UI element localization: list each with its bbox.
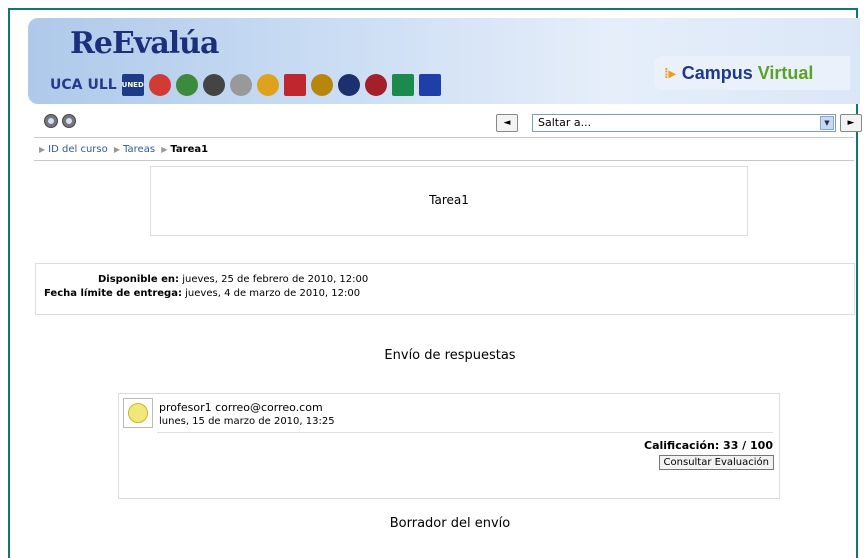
grade-text: Calificación: 33 / 100 xyxy=(644,439,773,452)
submissions-heading: Envío de respuestas xyxy=(384,348,516,363)
campus-word: Campus xyxy=(681,62,753,83)
institution-uca[interactable]: UCA xyxy=(50,77,82,93)
breadcrumb: ▶ ID del curso ▶ Tareas ▶ Tarea1 xyxy=(36,144,208,155)
institution-logos: UCA ULL UNED xyxy=(50,74,441,96)
view-icon[interactable] xyxy=(62,114,76,128)
jump-to-select[interactable]: Saltar a... ▼ xyxy=(532,114,836,132)
task-title: Tarea1 xyxy=(429,193,469,207)
divider xyxy=(157,432,773,433)
previous-button[interactable]: ◄ xyxy=(496,114,518,132)
breadcrumb-current: Tarea1 xyxy=(170,144,209,155)
site-banner: ReEvalúa UCA ULL UNED ⁞▸ Campus Virtual xyxy=(28,18,860,104)
institution-seal-icon[interactable] xyxy=(229,74,252,96)
institution-ull[interactable]: ULL xyxy=(87,77,116,93)
institution-seal-icon[interactable] xyxy=(148,74,171,96)
available-value: jueves, 25 de febrero de 2010, 12:00 xyxy=(182,274,369,285)
triangle-icon: ▶ xyxy=(39,145,46,154)
chevron-down-icon[interactable]: ▼ xyxy=(820,116,834,130)
jump-to-value: Saltar a... xyxy=(538,116,592,129)
due-value: jueves, 4 de marzo de 2010, 12:00 xyxy=(185,288,361,299)
available-row: Disponible en: jueves, 25 de febrero de … xyxy=(44,274,854,285)
submission-user[interactable]: profesor1 correo@correo.com xyxy=(159,401,323,414)
triangle-icon: ▶ xyxy=(161,145,168,154)
due-row: Fecha límite de entrega: jueves, 4 de ma… xyxy=(44,288,854,299)
institution-seal-icon[interactable] xyxy=(310,74,333,96)
institution-seal-icon[interactable] xyxy=(337,74,360,96)
triangle-icon: ▶ xyxy=(113,145,121,154)
institution-uned[interactable]: UNED xyxy=(122,74,144,96)
institution-seal-icon[interactable] xyxy=(175,74,198,96)
breadcrumb-course[interactable]: ID del curso xyxy=(48,144,108,155)
submission-date: lunes, 15 de marzo de 2010, 13:25 xyxy=(159,416,335,427)
arrow-icon: ⁞▸ xyxy=(664,64,676,81)
due-label: Fecha límite de entrega: xyxy=(44,288,182,299)
avatar[interactable] xyxy=(123,398,153,428)
next-button[interactable]: ► xyxy=(840,114,862,132)
institution-seal-icon[interactable] xyxy=(283,74,306,96)
submission-card: profesor1 correo@correo.com lunes, 15 de… xyxy=(118,393,780,499)
task-title-box: Tarea1 xyxy=(150,166,748,236)
navigation-toolbar: ◄ Saltar a... ▼ ► xyxy=(34,112,862,134)
campus-virtual-logo[interactable]: ⁞▸ Campus Virtual xyxy=(654,56,850,90)
eu-flag-icon[interactable] xyxy=(418,74,441,96)
divider xyxy=(34,160,854,161)
institution-seal-icon[interactable] xyxy=(364,74,387,96)
reevalua-logo[interactable]: ReEvalúa xyxy=(70,26,219,61)
available-label: Disponible en: xyxy=(98,274,180,285)
draft-heading: Borrador del envío xyxy=(389,516,511,531)
institution-seal-icon[interactable] xyxy=(391,74,414,96)
consult-evaluation-button[interactable]: Consultar Evaluación xyxy=(658,455,774,470)
virtual-word: Virtual xyxy=(757,62,814,83)
institution-seal-icon[interactable] xyxy=(202,74,225,96)
institution-seal-icon[interactable] xyxy=(256,74,279,96)
divider xyxy=(34,137,854,138)
task-dates: Disponible en: jueves, 25 de febrero de … xyxy=(35,263,855,315)
view-icon[interactable] xyxy=(44,114,58,128)
breadcrumb-tareas[interactable]: Tareas xyxy=(123,144,155,155)
